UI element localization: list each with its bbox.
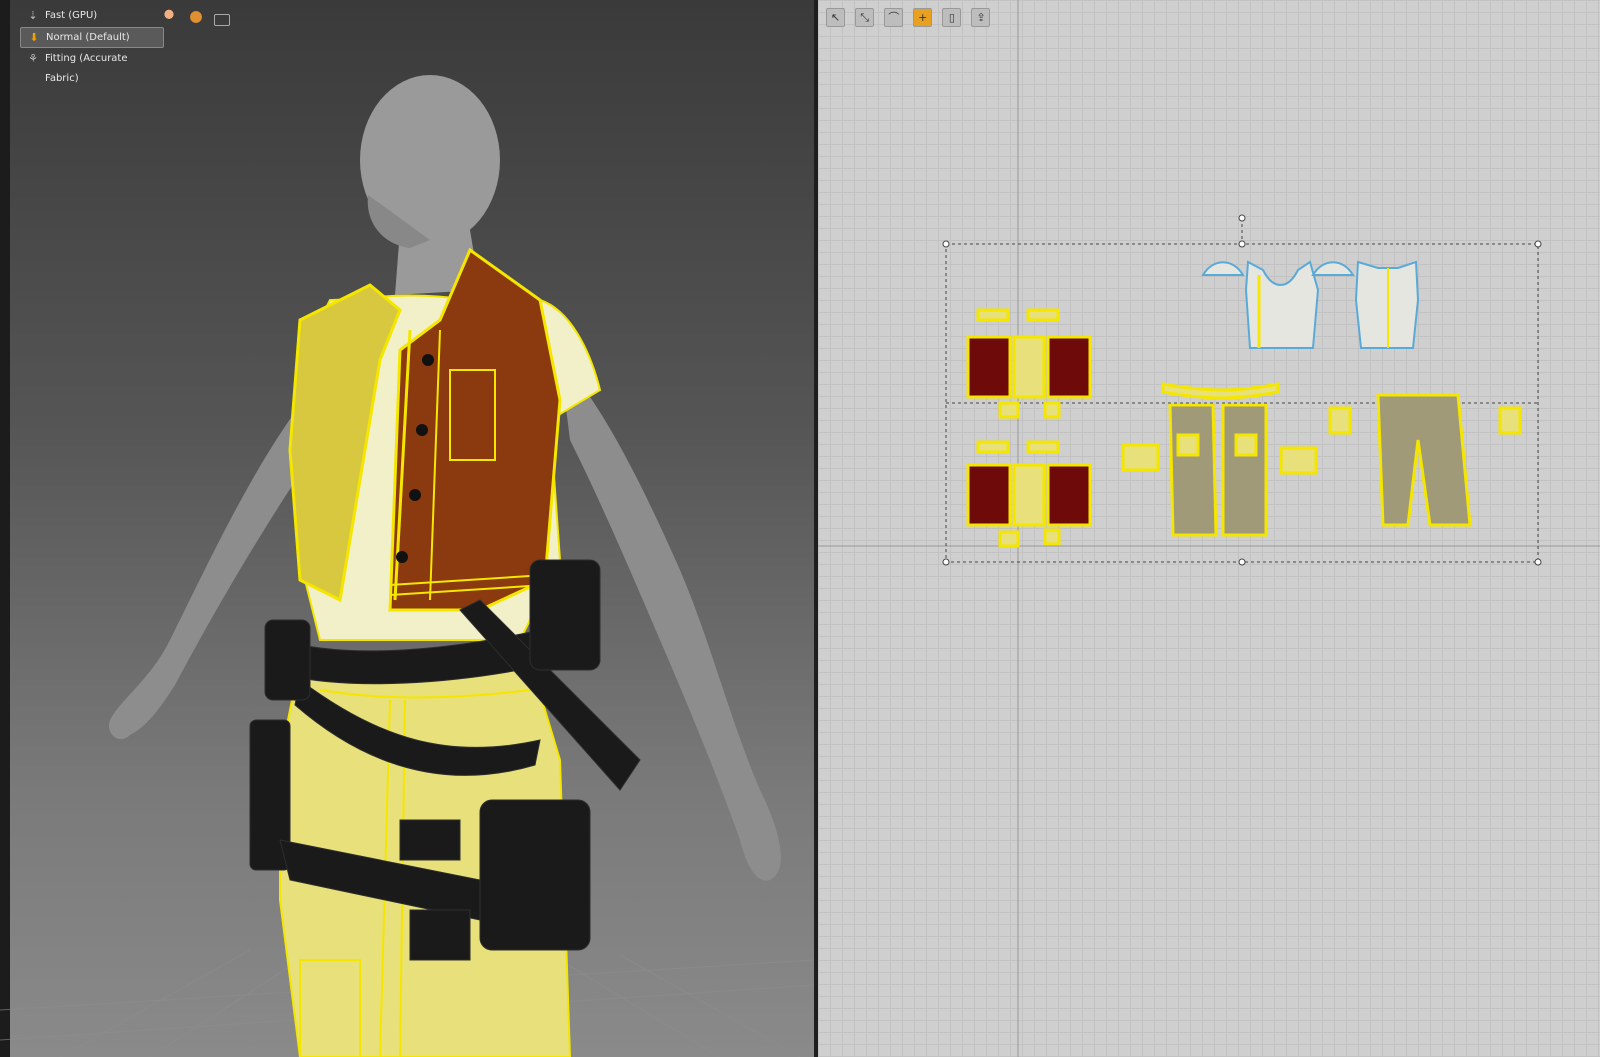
viewport-toolbar — [160, 8, 234, 28]
avatar-icon[interactable] — [160, 8, 178, 26]
sim-item-fast-gpu[interactable]: ⇣ Fast (GPU) — [20, 6, 164, 26]
simulation-mode-menu: ⇣ Fast (GPU) ⬇ Normal (Default) ⚘ Fittin… — [20, 6, 164, 84]
sim-item-fitting[interactable]: ⚘ Fitting (Accurate Fabric) — [20, 49, 164, 84]
2d-pattern-window[interactable]: ↖ ⤡ ⌒ + ▯ ⇪ — [818, 0, 1600, 1057]
clo3d-application: ⇣ Fast (GPU) ⬇ Normal (Default) ⚘ Fittin… — [0, 0, 1600, 1057]
fitting-mode-icon: ⚘ — [28, 52, 38, 65]
waistband — [1161, 382, 1280, 400]
vest-front-upper — [966, 308, 1092, 419]
pants-back — [1376, 393, 1472, 527]
fast-gpu-icon: ⇣ — [28, 9, 38, 22]
shirt-pattern-group — [1201, 260, 1420, 349]
pattern-canvas[interactable] — [818, 0, 1600, 1057]
pants-pattern-group — [1121, 382, 1522, 537]
shirt-front — [1244, 260, 1320, 349]
pants-front-right — [1221, 403, 1268, 537]
pants-front-left — [1168, 403, 1218, 537]
3d-scene[interactable] — [0, 0, 814, 1057]
shirt-sleeve-right — [1311, 261, 1355, 276]
3d-garment-window[interactable]: ⇣ Fast (GPU) ⬇ Normal (Default) ⚘ Fittin… — [0, 0, 814, 1057]
shirt-sleeve-left — [1201, 261, 1245, 276]
export-icon[interactable] — [214, 14, 231, 26]
vest-front-lower — [966, 440, 1092, 548]
sim-item-normal-default[interactable]: ⬇ Normal (Default) — [20, 27, 164, 48]
fabric-sphere-icon[interactable] — [187, 8, 206, 26]
vest-pattern-group — [966, 308, 1092, 548]
sim-item-label: Fast (GPU) — [45, 10, 98, 21]
sim-item-label: Normal (Default) — [46, 32, 130, 43]
normal-mode-icon: ⬇ — [29, 31, 39, 44]
